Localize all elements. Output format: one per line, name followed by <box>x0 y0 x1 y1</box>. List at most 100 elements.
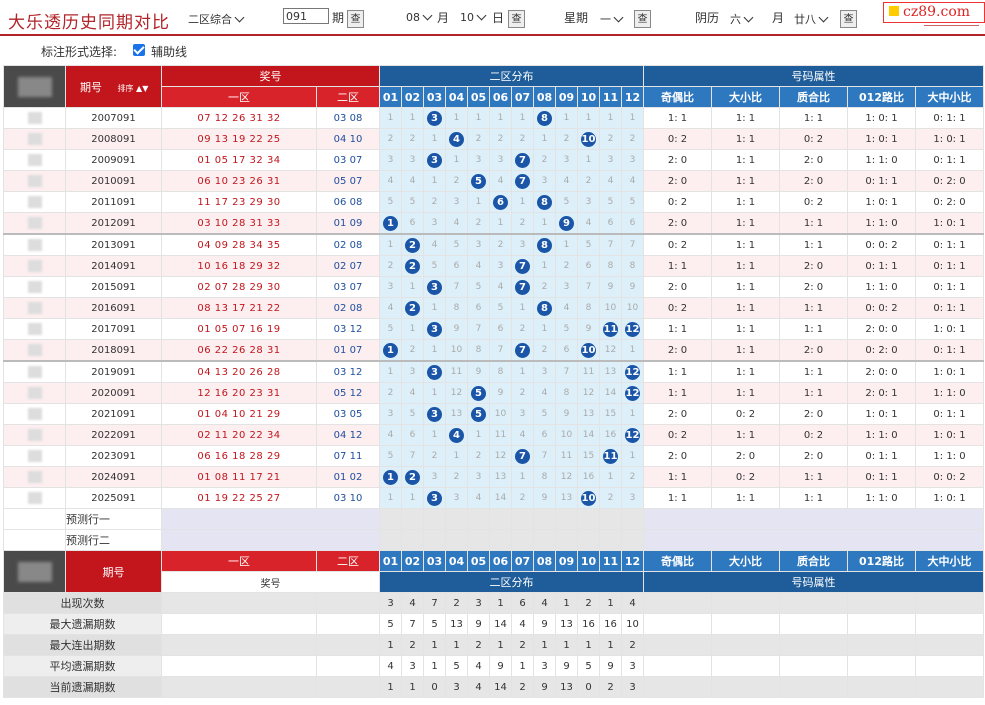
row-attr-3: 0: 2: 0 <box>847 339 916 362</box>
lunar-day-select[interactable]: 廿八 <box>794 11 829 27</box>
row-dist-03: 3 <box>423 360 446 383</box>
stat-attr-blank <box>847 676 916 698</box>
row-dist-06: 7 <box>489 339 512 362</box>
query-button-period[interactable]: 查 <box>347 10 364 28</box>
predict-dist-cell[interactable] <box>599 529 622 551</box>
row-avatar-cell <box>3 403 66 425</box>
predict-dist-cell[interactable] <box>445 508 468 530</box>
table-row: 2007091 07 12 26 31 32 03 08 1 1 3 1 1 1 1 8 1 1 1 1 1:… <box>3 107 984 129</box>
row-dist-11: 11 <box>599 445 622 467</box>
row-dist-04: 12 <box>445 382 468 404</box>
row-dist-10: 5 <box>577 233 600 256</box>
row-zone1: 08 13 17 21 22 <box>161 297 317 319</box>
stat-attr-blank <box>847 655 916 677</box>
month-select[interactable]: 08 <box>406 10 433 24</box>
predict-dist-cell[interactable] <box>533 529 556 551</box>
predict-dist-cell[interactable] <box>621 508 644 530</box>
predict-label: 预测行一 <box>65 508 162 530</box>
predict-dist-cell[interactable] <box>511 508 534 530</box>
row-dist-09: 3 <box>555 276 578 298</box>
footer-attr: 号码属性 <box>643 571 984 593</box>
row-attr-1: 0: 2 <box>711 403 780 425</box>
predict-dist-cell[interactable] <box>577 508 600 530</box>
predict-dist-cell[interactable] <box>423 529 446 551</box>
row-dist-05: 7 <box>467 318 490 340</box>
row-dist-12: 8 <box>621 255 644 277</box>
predict-dist-cell[interactable] <box>445 529 468 551</box>
row-attr-3: 1: 0: 1 <box>847 128 916 150</box>
sort-toggle[interactable]: 排序 ▲▼ <box>118 84 149 93</box>
row-dist-06: 3 <box>489 255 512 277</box>
row-attr-4: 0: 1: 1 <box>915 339 984 362</box>
predict-dist-cell[interactable] <box>467 529 490 551</box>
row-attr-0: 0: 2 <box>643 191 712 213</box>
predict-dist-cell[interactable] <box>577 529 600 551</box>
footer-num-02: 02 <box>401 550 424 572</box>
predict-dist-cell[interactable] <box>511 529 534 551</box>
predict-dist-cell[interactable] <box>489 529 512 551</box>
lunar-month-select[interactable]: 六 <box>730 11 754 27</box>
day-select[interactable]: 10 <box>460 10 487 24</box>
predict-dist-cell[interactable] <box>401 529 424 551</box>
query-button-date[interactable]: 查 <box>508 10 525 28</box>
zone-select[interactable]: 二区综合 <box>188 11 245 27</box>
guide-line-checkbox[interactable] <box>133 44 145 56</box>
row-attr-3: 1: 1: 0 <box>847 487 916 509</box>
header-issue: 期号 排序 ▲▼ <box>65 65 162 108</box>
row-dist-05: 3 <box>467 233 490 256</box>
predict-zone-cell[interactable] <box>161 529 380 551</box>
predict-dist-cell[interactable] <box>599 508 622 530</box>
row-avatar-cell <box>3 466 66 488</box>
stat-value: 10 <box>621 613 644 635</box>
stat-value: 1 <box>599 592 622 614</box>
predict-zone-cell[interactable] <box>161 508 380 530</box>
table-row: 2020091 12 16 20 23 31 05 12 2 4 1 12 5 9 2 4 8 12 14… <box>3 382 984 404</box>
query-button-week[interactable]: 查 <box>634 10 651 28</box>
row-avatar-cell <box>3 233 66 256</box>
row-zone1: 01 19 22 25 27 <box>161 487 317 509</box>
week-select[interactable]: 一 <box>600 11 624 27</box>
hit-ball: 7 <box>515 152 530 168</box>
row-dist-02: 2 <box>401 466 424 488</box>
row-dist-09: 3 <box>555 149 578 171</box>
predict-dist-cell[interactable] <box>533 508 556 530</box>
header-num-12: 12 <box>621 86 644 108</box>
row-dist-04: 2 <box>445 466 468 488</box>
predict-dist-cell[interactable] <box>467 508 490 530</box>
row-attr-2: 2: 0 <box>779 339 848 362</box>
predict-dist-cell[interactable] <box>379 529 402 551</box>
row-attr-0: 2: 0 <box>643 149 712 171</box>
predict-dist-cell[interactable] <box>555 508 578 530</box>
hit-ball: 3 <box>427 490 442 506</box>
footer-zone2: 二区 <box>316 550 380 572</box>
period-input[interactable]: 091 <box>283 8 329 24</box>
predict-dist-cell[interactable] <box>379 508 402 530</box>
footer-num-08: 08 <box>533 550 556 572</box>
row-zone2: 03 08 <box>316 107 380 129</box>
row-dist-03: 3 <box>423 318 446 340</box>
predict-dist-cell[interactable] <box>621 529 644 551</box>
row-dist-12: 12 <box>621 360 644 383</box>
row-attr-4: 0: 1: 1 <box>915 233 984 256</box>
header-num-04: 04 <box>445 86 468 108</box>
row-dist-11: 13 <box>599 360 622 383</box>
row-dist-09: 8 <box>555 382 578 404</box>
row-attr-3: 0: 1: 1 <box>847 466 916 488</box>
predict-dist-cell[interactable] <box>555 529 578 551</box>
row-avatar-cell <box>3 318 66 340</box>
stat-attr-blank <box>711 634 780 656</box>
row-zone1: 03 10 28 31 33 <box>161 212 317 235</box>
predict-dist-cell[interactable] <box>423 508 446 530</box>
footer-attr-3: 012路比 <box>847 550 916 572</box>
predict-dist-cell[interactable] <box>401 508 424 530</box>
row-attr-4: 0: 2: 0 <box>915 191 984 213</box>
month-label: 月 <box>437 11 450 25</box>
row-attr-4: 0: 1: 1 <box>915 276 984 298</box>
site-logo[interactable]: cz89.com <box>883 2 985 23</box>
predict-dist-cell[interactable] <box>489 508 512 530</box>
query-button-lunar[interactable]: 查 <box>840 10 857 28</box>
row-attr-3: 2: 0: 0 <box>847 318 916 340</box>
row-dist-01: 4 <box>379 424 402 446</box>
hit-ball: 4 <box>449 131 464 147</box>
footer-num-07: 07 <box>511 550 534 572</box>
